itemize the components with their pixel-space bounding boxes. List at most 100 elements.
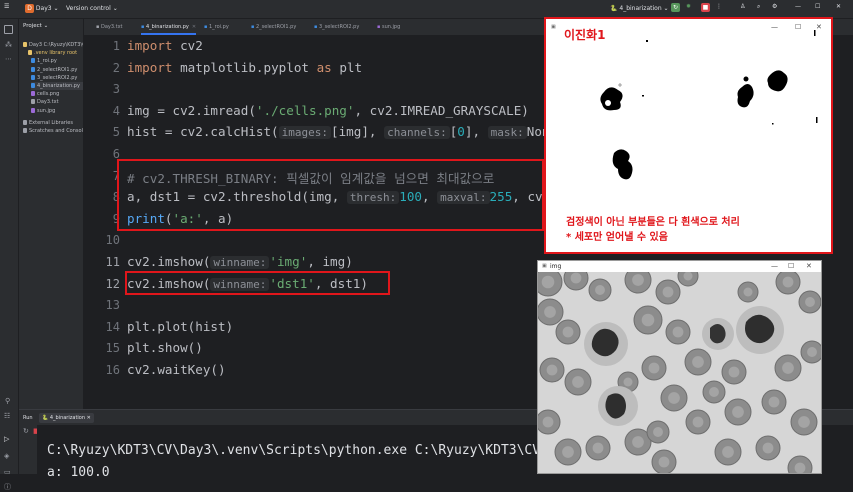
highlight-imshow-dst1-box (125, 271, 390, 295)
red-blood-cell-center (672, 326, 684, 338)
project-tree-item[interactable]: 3_selectROI2.py (31, 74, 77, 82)
tab-label: 3_selectROI2.py (318, 24, 360, 30)
project-tree-item-label: .venv library root (34, 50, 78, 57)
main-menu-icon[interactable]: ☰ (4, 3, 9, 10)
cell-blob-1 (600, 87, 623, 111)
tab-label: 1_roi.py (208, 24, 229, 30)
red-blood-cell-center (544, 306, 556, 318)
project-tree-item[interactable]: 4_binarization.py (31, 82, 83, 90)
highlight-threshold-box (117, 159, 544, 231)
file-icon (31, 91, 35, 97)
project-tree-item[interactable]: cells.png (31, 90, 59, 98)
red-blood-cell-center (658, 456, 670, 468)
red-blood-cell-center (546, 364, 558, 376)
line-number: 14 (105, 319, 120, 334)
red-blood-cell-center (709, 387, 719, 397)
run-tab[interactable]: Run (23, 415, 33, 421)
code-line: import cv2 (127, 38, 203, 53)
project-tree-item[interactable]: sun.jpg (31, 107, 55, 115)
editor-tab[interactable]: ▪ 4_binarization.py ✕ (141, 19, 197, 35)
img-window-app-icon: ▣ (542, 263, 547, 269)
red-blood-cell-center (807, 347, 817, 357)
red-blood-cell-center (641, 313, 655, 327)
dst1-image-window[interactable]: ▣ — ☐ ✕ 이진화1 검정색이 아닌 부분들은 다 흰색으로 처리 * 세포… (544, 17, 833, 254)
run-config-selector[interactable]: 🐍 4_binarization ⌄ (610, 5, 669, 12)
more-tools-icon[interactable]: ⋯ (5, 55, 12, 63)
rerun-button[interactable]: ↻ (671, 3, 680, 12)
project-tree-item[interactable]: 1_roi.py (31, 57, 57, 65)
project-panel: Project ⌄ Day3 C:\Ryuzy\KDT3\CV\Day3 .ven… (19, 19, 84, 409)
red-blood-cell-center (762, 442, 774, 454)
vcs-label: Version control (66, 5, 111, 12)
project-tree-item[interactable]: 2_selectROI1.py (31, 66, 77, 74)
terminal-icon[interactable]: ▭ (4, 468, 11, 476)
project-tree-item-label: Scratches and Consoles (29, 128, 84, 134)
more-actions-icon[interactable]: ⋮ (716, 3, 722, 10)
python-packages-icon[interactable]: ⚲ (5, 397, 10, 405)
stop-button[interactable]: ■ (701, 3, 710, 12)
services-icon[interactable]: ☷ (4, 412, 10, 420)
debug-icon[interactable]: ✹ (686, 3, 691, 10)
red-blood-cell-center (541, 275, 555, 289)
line-number: 10 (105, 233, 120, 248)
img-close-button[interactable]: ✕ (806, 262, 812, 270)
console-line-output: a: 100.0 (47, 465, 110, 480)
line-number: 13 (105, 298, 120, 313)
project-tree-item[interactable]: Day3 C:\Ryuzy\KDT3\CV\Day3 (23, 41, 83, 49)
maximize-button[interactable]: ☐ (815, 3, 820, 10)
problems-icon[interactable]: ⓘ (4, 482, 11, 492)
project-tree-item[interactable]: Day3.txt (31, 98, 59, 106)
red-blood-cell-center (782, 276, 794, 288)
people-icon[interactable]: ♙ (740, 3, 745, 10)
file-icon (31, 107, 35, 113)
project-selector[interactable]: D Day3 ⌄ (25, 4, 59, 13)
editor-tab[interactable]: ▪ 3_selectROI2.py (314, 19, 359, 35)
version-control-menu[interactable]: Version control ⌄ (66, 5, 118, 12)
img-maximize-button[interactable]: ☐ (788, 262, 794, 270)
file-icon (31, 66, 35, 72)
project-tree-item-label: 1_roi.py (37, 58, 57, 65)
editor-tab[interactable]: ▪ sun.jpg (377, 19, 400, 35)
code-line: hist = cv2.calcHist(images: [img], channe… (127, 124, 558, 140)
editor-tab[interactable]: ▪ Day3.txt (96, 19, 123, 35)
project-badge: D (25, 4, 34, 13)
project-tool-icon[interactable] (4, 25, 13, 34)
project-tree-item[interactable]: .venv library root (28, 49, 77, 57)
red-blood-cell-center (592, 442, 604, 454)
run-config-tab[interactable]: 🐍 4_binarization ✕ (39, 413, 94, 423)
line-number: 4 (112, 103, 120, 118)
img-minimize-button[interactable]: — (771, 262, 778, 270)
cell-blob-4 (612, 149, 633, 180)
run-tool-icon[interactable]: ▷ (4, 435, 9, 443)
red-blood-cell-center (648, 362, 660, 374)
line-number: 8 (112, 190, 120, 205)
minimize-button[interactable]: — (795, 3, 801, 10)
tab-close-icon[interactable]: ✕ (192, 24, 196, 30)
project-tree-item-label: 3_selectROI2.py (37, 74, 78, 81)
search-icon[interactable]: ⌕ (757, 3, 760, 11)
red-blood-cell-center (768, 396, 780, 408)
line-number: 15 (105, 341, 120, 356)
structure-tool-icon[interactable]: ⁂ (5, 41, 12, 49)
red-blood-cell-center (692, 356, 704, 368)
project-tree-item-label: Day3 C:\Ryuzy\KDT3\CV\Day3 (29, 42, 83, 48)
tab-label: Day3.txt (100, 24, 123, 30)
run-config-name: 4_binarization (619, 5, 662, 12)
project-tree-item[interactable]: Scratches and Consoles (23, 127, 84, 135)
img-image-window[interactable]: ▣ img — ☐ ✕ (537, 260, 822, 474)
tab-label: 2_selectROI1.py (255, 24, 297, 30)
red-blood-cell-center (743, 287, 753, 297)
img-window-titlebar: ▣ img — ☐ ✕ (538, 261, 821, 272)
layers-icon[interactable]: ◈ (4, 452, 9, 460)
settings-gear-icon[interactable]: ⚙ (772, 3, 777, 10)
project-tree-item-label: External Libraries (29, 119, 73, 126)
file-icon (23, 42, 27, 47)
rerun-small-icon[interactable]: ↻ (23, 427, 29, 435)
editor-tab[interactable]: ▪ 2_selectROI1.py (251, 19, 296, 35)
close-button[interactable]: ✕ (836, 3, 841, 10)
red-blood-cell-center (805, 297, 815, 307)
project-tree-item[interactable]: External Libraries (23, 119, 73, 127)
line-number: 3 (112, 82, 120, 97)
project-name: Day3 (35, 5, 52, 12)
editor-tab[interactable]: ▪ 1_roi.py (204, 19, 229, 35)
